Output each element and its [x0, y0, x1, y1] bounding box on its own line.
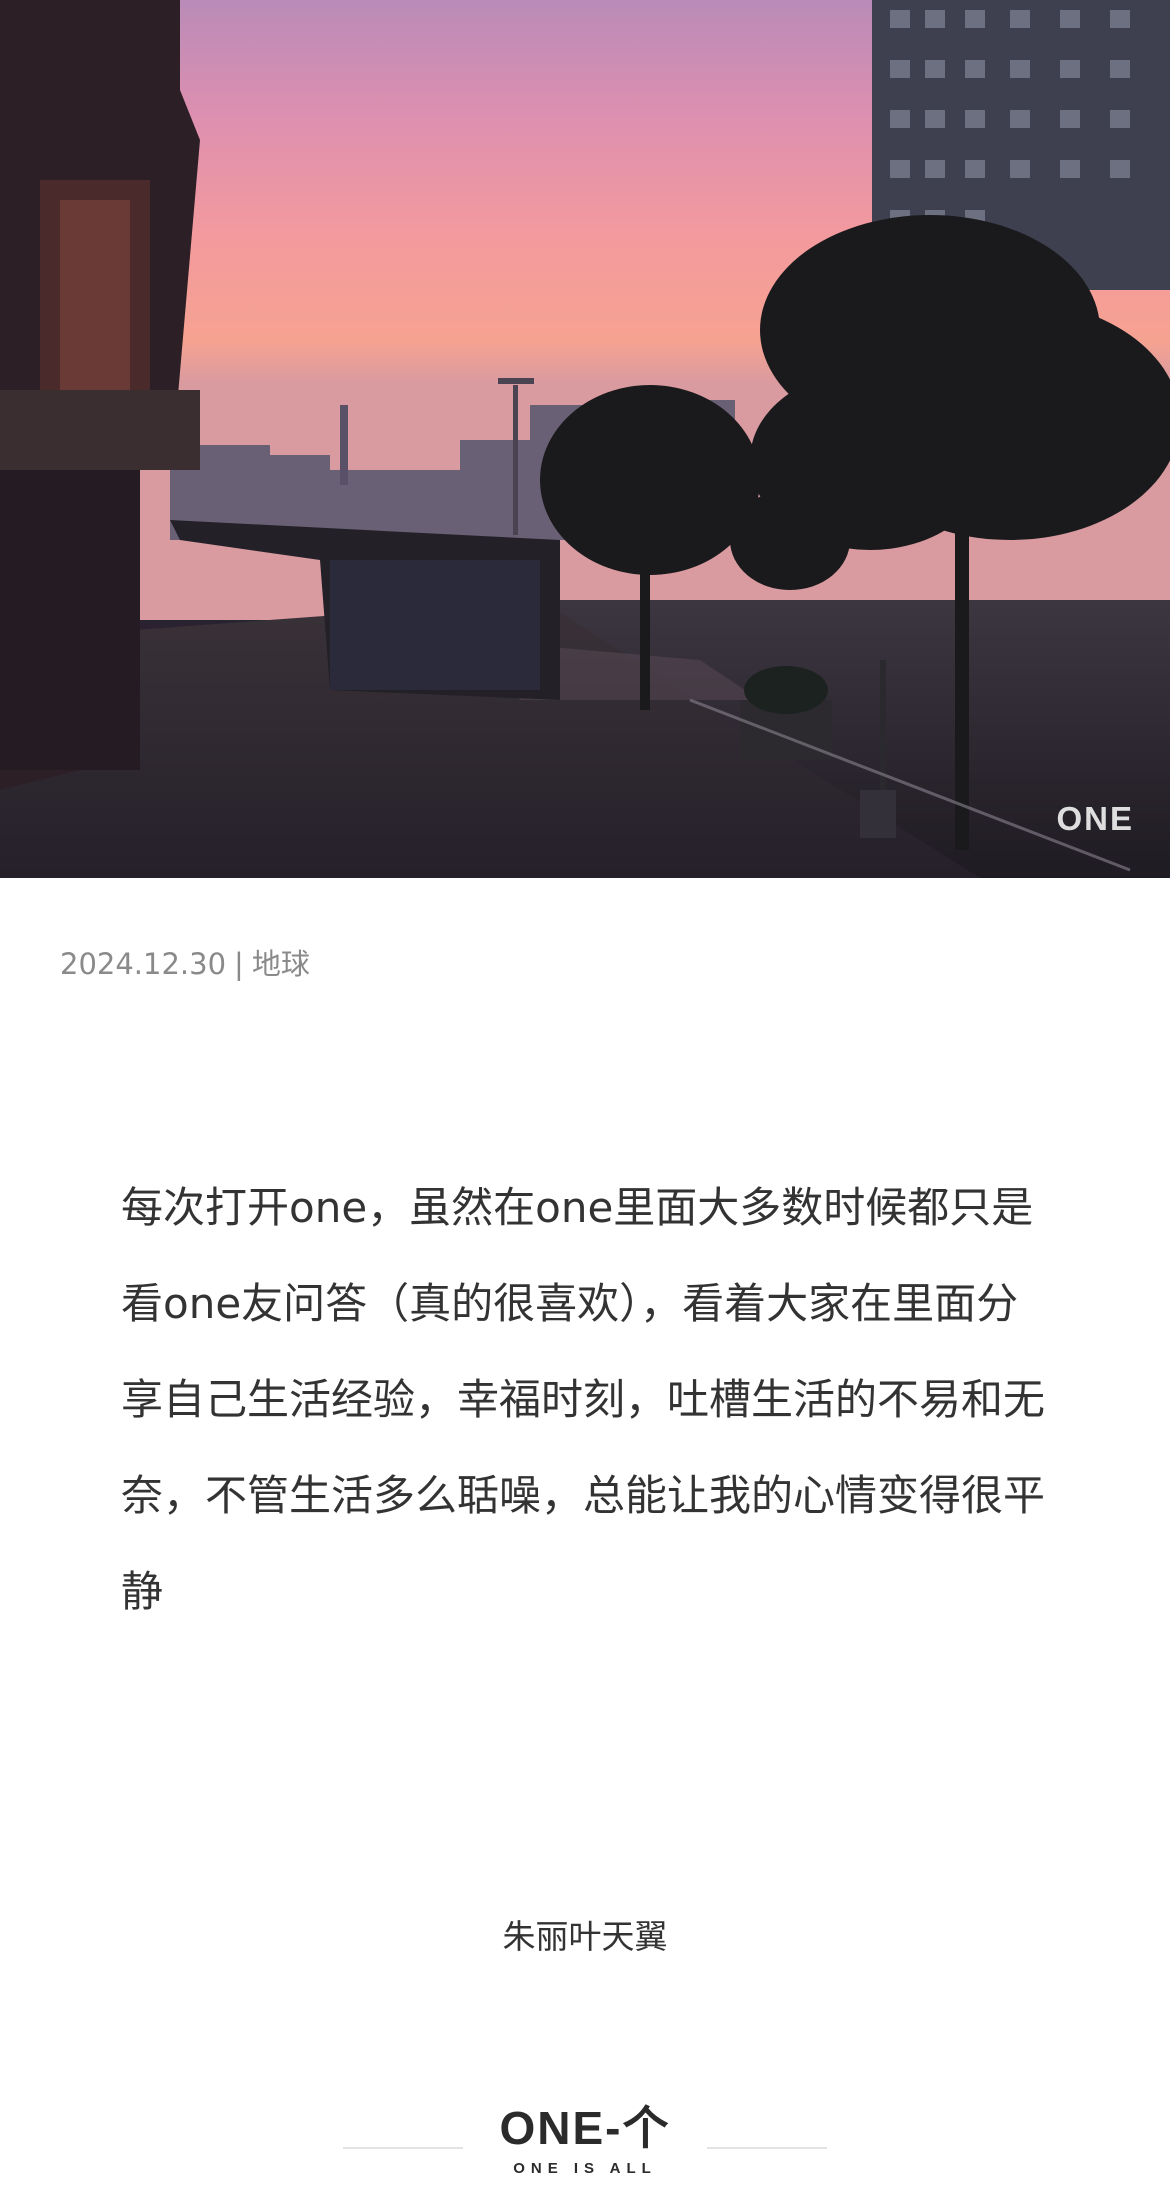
article-text: 每次打开one，虽然在one里面大多数时候都只是看one友问答（真的很喜欢），看… — [121, 1183, 1046, 1616]
post-meta: 2024.12.30 | 地球 — [60, 941, 310, 983]
one-logo: ONE-个 ONE IS ALL — [0, 2100, 1170, 2180]
author-name: 朱丽叶天翼 — [502, 1917, 668, 1956]
sunset-street-image — [0, 0, 1170, 878]
hero-photo: ONE — [0, 0, 1170, 878]
one-watermark: ONE — [1056, 800, 1134, 837]
footer-logo-area: ONE-个 ONE IS ALL — [0, 2100, 1170, 2190]
logo-main-text: ONE-个 — [499, 2102, 671, 2154]
post-location: 地球 — [251, 947, 310, 981]
post-date: 2024.12.30 — [60, 947, 227, 981]
logo-tagline: ONE IS ALL — [513, 2160, 657, 2177]
meta-separator: | — [234, 947, 244, 981]
